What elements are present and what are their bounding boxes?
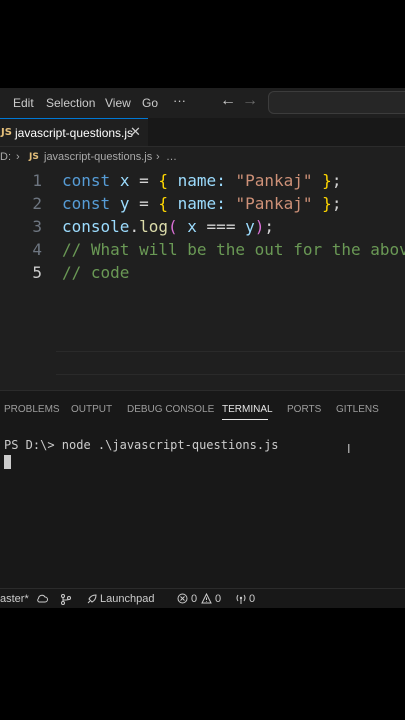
operator: = xyxy=(139,194,149,213)
line-number-active: 5 xyxy=(32,263,42,282)
breadcrumb-separator: › xyxy=(156,151,160,163)
tab-label: javascript-questions.js xyxy=(15,126,134,140)
vscode-window: Edit Selection View Go ··· ← → JS javasc… xyxy=(0,88,405,608)
punctuation: ; xyxy=(331,171,342,190)
javascript-file-icon: JS xyxy=(1,127,12,138)
sync-cloud-icon[interactable] xyxy=(36,594,48,604)
line-number: 1 xyxy=(32,171,42,190)
warning-icon[interactable] xyxy=(201,593,212,604)
punctuation: ; xyxy=(264,217,275,236)
ports-count: 0 xyxy=(249,593,256,605)
menu-go[interactable]: Go xyxy=(142,96,158,110)
tab-output[interactable]: OUTPUT xyxy=(71,404,112,415)
more-menu-icon[interactable]: ··· xyxy=(173,93,186,108)
identifier: x xyxy=(187,217,197,236)
terminal-cursor xyxy=(4,455,11,469)
breadcrumb-more[interactable]: … xyxy=(166,151,177,163)
source-control-icon[interactable] xyxy=(60,593,72,605)
tab-problems[interactable]: PROBLEMS xyxy=(4,404,60,415)
breadcrumb-separator: › xyxy=(16,151,20,163)
code-editor[interactable]: 1 2 3 4 5 const x = { name: "Pankaj" }; … xyxy=(0,169,405,389)
status-bar: aster* Launchpad 0 0 0 xyxy=(0,588,405,608)
launchpad-label[interactable]: Launchpad xyxy=(100,593,154,605)
code-line: const x = { name: "Pankaj" }; xyxy=(62,171,341,190)
code-line: const y = { name: "Pankaj" }; xyxy=(62,194,341,213)
punctuation: ; xyxy=(331,194,342,213)
property: name: xyxy=(177,194,226,213)
back-arrow-icon[interactable]: ← xyxy=(220,92,236,110)
paren: ) xyxy=(254,217,265,236)
current-line-highlight xyxy=(56,351,405,375)
menu-edit[interactable]: Edit xyxy=(13,96,34,110)
terminal-command-line[interactable]: PS D:\> node .\javascript-questions.js xyxy=(4,438,279,452)
tab-terminal[interactable]: TERMINAL xyxy=(222,404,273,415)
line-number: 3 xyxy=(32,217,42,236)
comment-line: // code xyxy=(62,263,130,282)
javascript-file-icon: JS xyxy=(29,152,39,162)
error-icon[interactable] xyxy=(177,593,188,604)
keyword: const xyxy=(62,194,111,213)
identifier: y xyxy=(245,217,255,236)
rocket-icon xyxy=(87,594,97,604)
warning-count: 0 xyxy=(215,593,222,605)
tab-debug-console[interactable]: DEBUG CONSOLE xyxy=(127,404,214,415)
operator: = xyxy=(139,171,149,190)
brace: { xyxy=(158,194,169,213)
breadcrumb-file[interactable]: javascript-questions.js xyxy=(44,151,152,163)
line-number: 4 xyxy=(32,240,42,259)
git-branch[interactable]: aster* xyxy=(0,593,29,605)
close-icon[interactable]: ✕ xyxy=(130,124,141,140)
menu-view[interactable]: View xyxy=(105,96,131,110)
paren: ( xyxy=(167,217,178,236)
code-line: console.log( x === y); xyxy=(62,217,274,236)
bottom-panel: PROBLEMS OUTPUT DEBUG CONSOLE TERMINAL P… xyxy=(0,390,405,589)
identifier: x xyxy=(119,171,130,190)
mouse-ibeam-icon: I xyxy=(347,442,351,456)
active-tab-indicator xyxy=(222,419,268,420)
command-center-search[interactable] xyxy=(268,91,405,114)
menu-selection[interactable]: Selection xyxy=(46,96,95,110)
title-bar: Edit Selection View Go ··· ← → xyxy=(0,88,405,118)
operator: === xyxy=(206,217,236,236)
punctuation: . xyxy=(129,217,140,236)
string: "Pankaj" xyxy=(235,194,313,213)
forward-arrow-icon[interactable]: → xyxy=(242,92,258,110)
property: name: xyxy=(177,171,226,190)
identifier: console xyxy=(62,217,130,236)
broadcast-icon[interactable] xyxy=(235,593,247,605)
editor-tab-bar: JS javascript-questions.js ✕ xyxy=(0,118,405,147)
identifier: y xyxy=(119,194,130,213)
function-name: log xyxy=(139,217,168,236)
line-number: 2 xyxy=(32,194,42,213)
string: "Pankaj" xyxy=(235,171,313,190)
tab-ports[interactable]: PORTS xyxy=(287,404,321,415)
error-count: 0 xyxy=(191,593,198,605)
breadcrumb-drive[interactable]: D: xyxy=(0,151,11,163)
keyword: const xyxy=(62,171,111,190)
tab-gitlens[interactable]: GITLENS xyxy=(336,404,379,415)
brace: } xyxy=(322,194,332,213)
brace: { xyxy=(158,171,169,190)
comment-line: // What will be the out for the abov xyxy=(62,240,405,259)
breadcrumb: D: › JS javascript-questions.js › … xyxy=(0,147,405,169)
tab-javascript-questions[interactable]: JS javascript-questions.js ✕ xyxy=(0,118,148,146)
brace: } xyxy=(322,171,332,190)
